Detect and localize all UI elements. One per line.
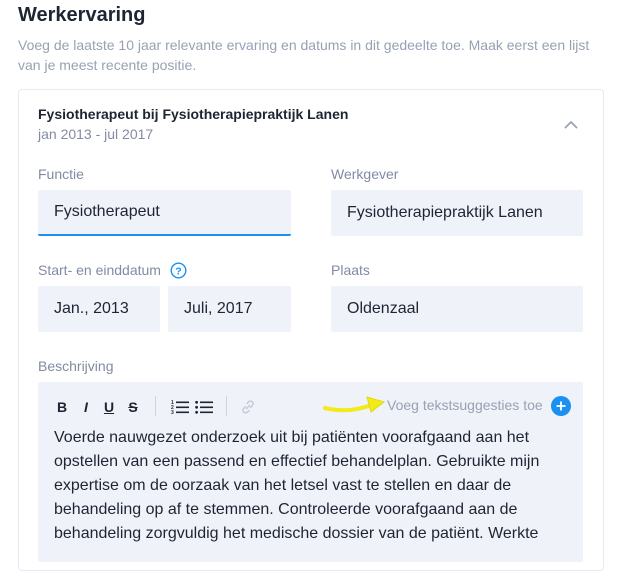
section-title: Werkervaring	[18, 4, 146, 26]
toolbar-divider	[226, 396, 227, 416]
question-circle-icon[interactable]: ?	[170, 262, 187, 279]
end-date-value: Juli, 2017	[184, 300, 253, 317]
job-heading[interactable]: Fysiotherapeut bij Fysiotherapiepraktijk…	[38, 106, 348, 122]
place-value: Oldenzaal	[347, 300, 420, 317]
section-description: Voeg de laatste 10 jaar relevante ervari…	[18, 37, 590, 73]
function-value: Fysiotherapeut	[54, 203, 160, 220]
start-date-field[interactable]: Jan., 2013	[38, 286, 160, 332]
ordered-list-button[interactable]: 1 2 3	[170, 398, 190, 416]
link-icon	[242, 400, 254, 414]
italic-button[interactable]: I	[79, 398, 93, 416]
plus-circle-icon	[556, 401, 566, 411]
chevron-up-icon	[564, 120, 578, 128]
place-label: Plaats	[331, 262, 370, 278]
description-label: Beschrijving	[38, 358, 114, 374]
ordered-list-icon: 1 2 3	[171, 400, 189, 415]
link-button[interactable]	[239, 398, 257, 416]
start-date-value: Jan., 2013	[54, 300, 129, 317]
description-text[interactable]: Voerde nauwgezet onderzoek uit bij patië…	[54, 426, 574, 546]
suggestions-add-button[interactable]	[551, 396, 571, 416]
period-label: Start- en einddatum	[38, 262, 161, 278]
collapse-button[interactable]	[561, 114, 581, 134]
toolbar-divider	[155, 396, 156, 416]
job-dates: jan 2013 - jul 2017	[38, 126, 154, 142]
place-field[interactable]: Oldenzaal	[331, 286, 583, 332]
bullet-list-icon	[195, 400, 213, 414]
function-label: Functie	[38, 166, 84, 182]
end-date-field[interactable]: Juli, 2017	[168, 286, 291, 332]
employer-label: Werkgever	[331, 166, 399, 182]
bullet-list-button[interactable]	[194, 398, 214, 416]
function-field[interactable]: Fysiotherapeut	[38, 190, 291, 236]
employer-field[interactable]: Fysiotherapiepraktijk Lanen	[331, 190, 583, 236]
employer-value: Fysiotherapiepraktijk Lanen	[347, 204, 543, 221]
strikethrough-button[interactable]: S	[126, 398, 140, 416]
annotation-arrow	[323, 396, 386, 413]
suggestions-link[interactable]: Voeg tekstsuggesties toe	[387, 397, 543, 413]
bold-button[interactable]: B	[55, 398, 69, 416]
svg-text:3: 3	[171, 410, 174, 415]
svg-text:?: ?	[175, 265, 181, 277]
underline-button[interactable]: U	[102, 398, 116, 416]
